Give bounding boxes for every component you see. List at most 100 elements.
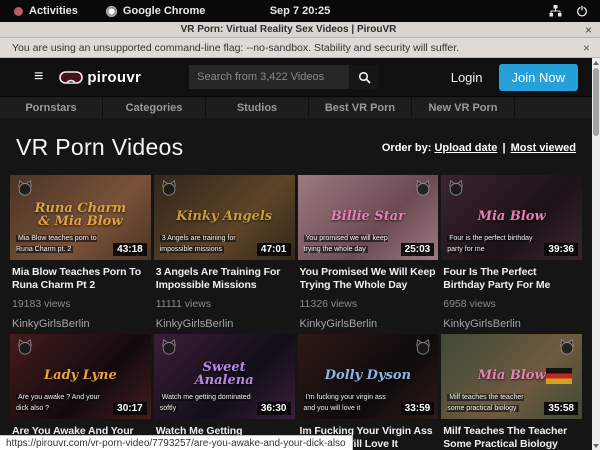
video-title[interactable]: Mia Blow Teaches Porn To Runa Charm Pt 2 bbox=[12, 266, 149, 292]
video-card: Lady Lyne Are you awake ? And your dick … bbox=[10, 334, 151, 450]
browser-viewport: ≡ pirouvr bbox=[0, 58, 600, 450]
infobar-close-icon[interactable]: × bbox=[573, 41, 600, 55]
search-button[interactable] bbox=[349, 65, 379, 89]
studio-mask-icon bbox=[447, 179, 465, 197]
video-title[interactable]: Milf Teaches The Teacher Some Practical … bbox=[443, 425, 580, 450]
system-top-bar: Activities Google Chrome Sep 7 20:25 bbox=[0, 0, 600, 22]
chrome-infobar: You are using an unsupported command-lin… bbox=[0, 38, 600, 58]
site-logo-text: pirouvr bbox=[87, 69, 141, 86]
hamburger-menu-icon[interactable]: ≡ bbox=[34, 69, 43, 85]
duration-badge: 25:03 bbox=[401, 243, 435, 256]
video-thumbnail[interactable]: Dolly Dyson I'm fucking your virgin ass … bbox=[298, 334, 439, 419]
video-thumbnail[interactable]: Billie Star You promised we will keep tr… bbox=[298, 175, 439, 260]
video-title[interactable]: 3 Angels Are Training For Impossible Mis… bbox=[156, 266, 293, 292]
thumbnail-caption: Four is the perfect birthday party for m… bbox=[447, 234, 542, 255]
duration-badge: 47:01 bbox=[257, 243, 291, 256]
video-thumbnail[interactable]: Mia Blow Milf teaches the teacher some p… bbox=[441, 334, 582, 419]
duration-badge: 30:17 bbox=[113, 402, 147, 415]
thumbnail-overlay-name: Kinky Angels bbox=[154, 210, 295, 224]
page-heading-row: VR Porn Videos Order by: Upload date | M… bbox=[0, 118, 592, 175]
video-thumbnail[interactable]: Kinky Angels 3 Angels are training for i… bbox=[154, 175, 295, 260]
thumbnail-caption: Mia Blow teaches porn to Runa Charm pt. … bbox=[16, 234, 111, 255]
vr-goggles-icon bbox=[59, 71, 83, 84]
video-card: Mia Blow Four is the perfect birthday pa… bbox=[441, 175, 582, 330]
order-most-viewed-link[interactable]: Most viewed bbox=[511, 142, 576, 154]
studio-link[interactable]: KinkyGirlsBerlin bbox=[443, 318, 580, 330]
thumbnail-caption: Milf teaches the teacher some practical … bbox=[447, 393, 542, 414]
video-views: 19183 views bbox=[12, 298, 149, 310]
screen: Activities Google Chrome Sep 7 20:25 VR … bbox=[0, 0, 600, 450]
nav-item-pornstars[interactable]: Pornstars bbox=[0, 97, 103, 118]
video-views: 11326 views bbox=[300, 298, 437, 310]
duration-badge: 35:58 bbox=[544, 402, 578, 415]
search-box bbox=[189, 65, 379, 89]
thumbnail-caption: You promised we will keep trying the who… bbox=[304, 234, 399, 255]
video-grid: Runa Charm & Mia Blow Mia Blow teaches p… bbox=[0, 175, 592, 450]
video-card: Dolly Dyson I'm fucking your virgin ass … bbox=[298, 334, 439, 450]
thumbnail-caption: Watch me getting dominated softly bbox=[160, 393, 255, 414]
video-card: Billie Star You promised we will keep tr… bbox=[298, 175, 439, 330]
duration-badge: 33:59 bbox=[401, 402, 435, 415]
order-separator: | bbox=[502, 142, 505, 154]
site-logo[interactable]: pirouvr bbox=[59, 69, 141, 86]
video-thumbnail[interactable]: Lady Lyne Are you awake ? And your dick … bbox=[10, 334, 151, 419]
thumbnail-overlay-name: Mia Blow bbox=[441, 210, 582, 224]
browser-title-bar: VR Porn: Virtual Reality Sex Videos | Pi… bbox=[0, 22, 600, 38]
video-title[interactable]: You Promised We Will Keep Trying The Who… bbox=[300, 266, 437, 292]
video-thumbnail[interactable]: Sweet Analena Watch me getting dominated… bbox=[154, 334, 295, 419]
video-views: 11111 views bbox=[156, 298, 293, 310]
video-thumbnail[interactable]: Mia Blow Four is the perfect birthday pa… bbox=[441, 175, 582, 260]
network-tree-icon[interactable] bbox=[549, 5, 562, 17]
video-card: Kinky Angels 3 Angels are training for i… bbox=[154, 175, 295, 330]
thumbnail-overlay-name: Dolly Dyson bbox=[298, 369, 439, 383]
nav-item-new-vr[interactable]: New VR Porn bbox=[412, 97, 515, 118]
studio-mask-icon bbox=[16, 179, 34, 197]
scroll-down-icon[interactable] bbox=[592, 441, 600, 450]
nav-item-categories[interactable]: Categories bbox=[103, 97, 206, 118]
clock[interactable]: Sep 7 20:25 bbox=[0, 5, 600, 17]
search-icon bbox=[358, 71, 371, 84]
studio-mask-icon bbox=[414, 179, 432, 197]
duration-badge: 39:36 bbox=[544, 243, 578, 256]
link-preview-statusbar: https://pirouvr.com/vr-porn-video/779325… bbox=[0, 435, 353, 450]
video-card: Runa Charm & Mia Blow Mia Blow teaches p… bbox=[10, 175, 151, 330]
infobar-message: You are using an unsupported command-lin… bbox=[0, 42, 573, 54]
window-close-icon[interactable]: × bbox=[577, 23, 600, 37]
thumbnail-caption: I'm fucking your virgin ass and you will… bbox=[304, 393, 399, 414]
video-card: Sweet Analena Watch me getting dominated… bbox=[154, 334, 295, 450]
power-icon[interactable] bbox=[576, 5, 588, 17]
studio-mask-icon bbox=[160, 338, 178, 356]
main-nav: Pornstars Categories Studios Best VR Por… bbox=[0, 96, 592, 118]
video-card: Mia Blow Milf teaches the teacher some p… bbox=[441, 334, 582, 450]
studio-mask-icon bbox=[558, 338, 576, 356]
studio-mask-icon bbox=[414, 338, 432, 356]
thumbnail-overlay-name: Sweet Analena bbox=[154, 361, 295, 388]
video-views: 6958 views bbox=[443, 298, 580, 310]
video-title[interactable]: Four Is The Perfect Birthday Party For M… bbox=[443, 266, 580, 292]
login-link[interactable]: Login bbox=[451, 70, 483, 85]
order-by: Order by: Upload date | Most viewed bbox=[382, 142, 576, 154]
web-page: ≡ pirouvr bbox=[0, 58, 592, 450]
studio-link[interactable]: KinkyGirlsBerlin bbox=[12, 318, 149, 330]
window-title: VR Porn: Virtual Reality Sex Videos | Pi… bbox=[0, 24, 577, 35]
order-by-label: Order by: bbox=[382, 142, 432, 154]
thumbnail-caption: Are you awake ? And your dick also ? bbox=[16, 393, 111, 414]
duration-badge: 43:18 bbox=[113, 243, 147, 256]
thumbnail-overlay-name: Billie Star bbox=[298, 210, 439, 224]
studio-link[interactable]: KinkyGirlsBerlin bbox=[156, 318, 293, 330]
scroll-up-icon[interactable] bbox=[592, 58, 600, 67]
order-upload-date-link[interactable]: Upload date bbox=[434, 142, 497, 154]
thumbnail-caption: 3 Angels are training for impossible mis… bbox=[160, 234, 255, 255]
scrollbar-thumb[interactable] bbox=[593, 68, 599, 136]
nav-item-studios[interactable]: Studios bbox=[206, 97, 309, 118]
search-input[interactable] bbox=[189, 65, 349, 89]
vertical-scrollbar[interactable] bbox=[592, 58, 600, 450]
studio-mask-icon bbox=[160, 179, 178, 197]
page-title: VR Porn Videos bbox=[16, 134, 183, 161]
studio-link[interactable]: KinkyGirlsBerlin bbox=[300, 318, 437, 330]
nav-item-best-vr[interactable]: Best VR Porn bbox=[309, 97, 412, 118]
video-thumbnail[interactable]: Runa Charm & Mia Blow Mia Blow teaches p… bbox=[10, 175, 151, 260]
join-now-button[interactable]: Join Now bbox=[499, 64, 578, 91]
thumbnail-overlay-name: Lady Lyne bbox=[10, 369, 151, 383]
thumbnail-overlay-name: Mia Blow bbox=[441, 369, 582, 383]
